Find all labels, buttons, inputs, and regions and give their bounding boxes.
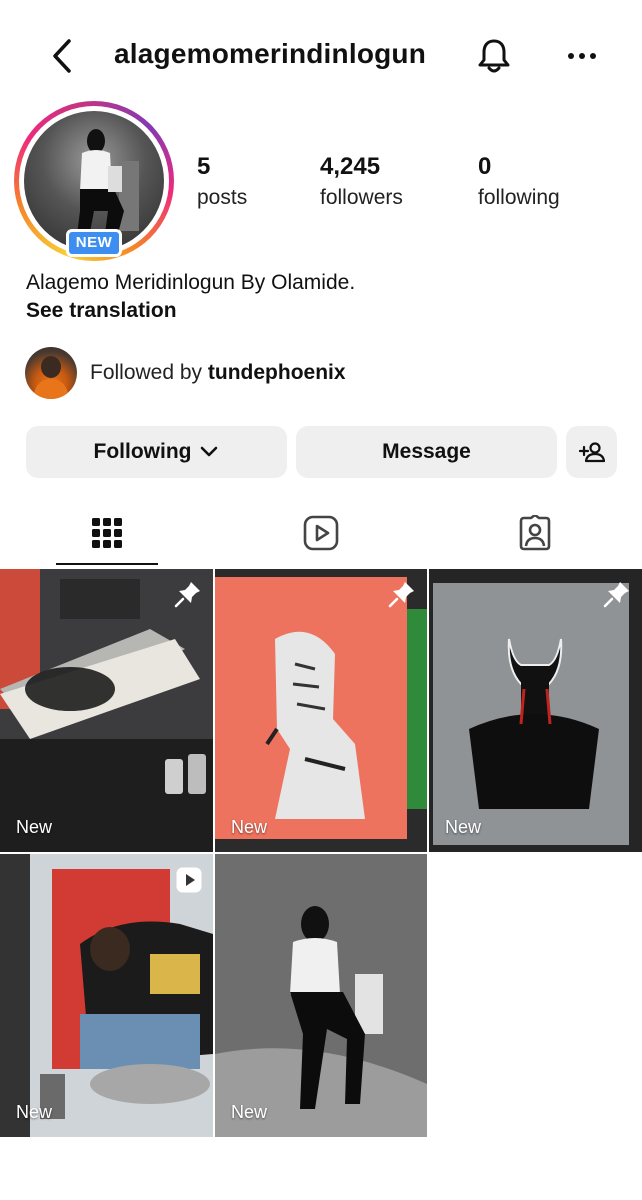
mutual-follower-avatar[interactable] [25, 347, 77, 399]
post-thumbnail-4[interactable]: New [0, 854, 213, 1137]
new-badge: NEW [66, 229, 122, 257]
posts-count: 5 [197, 153, 211, 180]
reels-icon [303, 515, 339, 551]
message-button[interactable]: Message [296, 426, 557, 478]
post-thumbnail-3[interactable]: New [429, 569, 642, 852]
followed-by-username: tundephoenix [207, 361, 346, 384]
see-translation-link[interactable]: See translation [26, 299, 177, 323]
more-options-button[interactable] [562, 36, 602, 76]
post-image-5 [215, 854, 427, 1137]
post-new-label: New [16, 817, 53, 837]
grid-icon [92, 518, 122, 548]
following-count: 0 [478, 153, 492, 180]
followed-by-text[interactable]: Followed by tundephoenix [90, 361, 346, 385]
post-image-3 [429, 569, 642, 852]
posts-label: posts [197, 186, 248, 209]
pinned-icon [388, 582, 414, 608]
tab-posts-grid[interactable] [56, 500, 158, 566]
suggest-people-button[interactable] [566, 426, 617, 478]
pinned-icon [603, 582, 629, 608]
message-button-label: Message [382, 440, 471, 463]
post-image-1 [0, 569, 213, 852]
tab-reels[interactable] [270, 500, 372, 566]
pinned-icon [174, 582, 200, 608]
post-new-label: New [231, 1102, 268, 1122]
tagged-user-icon [519, 515, 551, 551]
following-button[interactable]: Following [26, 426, 287, 478]
chevron-down-icon [201, 446, 218, 457]
notifications-button[interactable] [474, 36, 514, 76]
active-tab-indicator [56, 563, 158, 565]
stat-following[interactable]: 0 following [478, 153, 560, 210]
reel-icon [176, 867, 202, 893]
post-image-2 [215, 569, 427, 852]
post-new-label: New [16, 1102, 53, 1122]
followed-by-prefix: Followed by [90, 361, 203, 384]
profile-username: alagemomerindinlogun [114, 38, 427, 69]
post-new-label: New [231, 817, 268, 837]
bell-icon [478, 39, 510, 73]
followers-label: followers [320, 186, 403, 209]
stat-posts[interactable]: 5 posts [197, 153, 247, 210]
profile-bio: Alagemo Meridinlogun By Olamide. [26, 271, 356, 294]
chevron-left-icon [53, 39, 71, 73]
post-thumbnail-2[interactable]: New [215, 569, 427, 852]
following-label: following [478, 186, 560, 209]
post-image-4 [0, 854, 213, 1137]
add-person-icon [578, 442, 605, 463]
post-new-label: New [445, 817, 482, 837]
tab-tagged[interactable] [484, 500, 586, 566]
followers-count: 4,245 [320, 153, 381, 180]
stat-followers[interactable]: 4,245 followers [320, 153, 403, 210]
following-button-label: Following [93, 440, 192, 463]
post-thumbnail-5[interactable]: New [215, 854, 427, 1137]
top-bar: alagemomerindinlogun [0, 0, 642, 110]
post-thumbnail-1[interactable]: New [0, 569, 213, 852]
more-horizontal-icon [568, 53, 596, 59]
back-button[interactable] [44, 36, 80, 76]
